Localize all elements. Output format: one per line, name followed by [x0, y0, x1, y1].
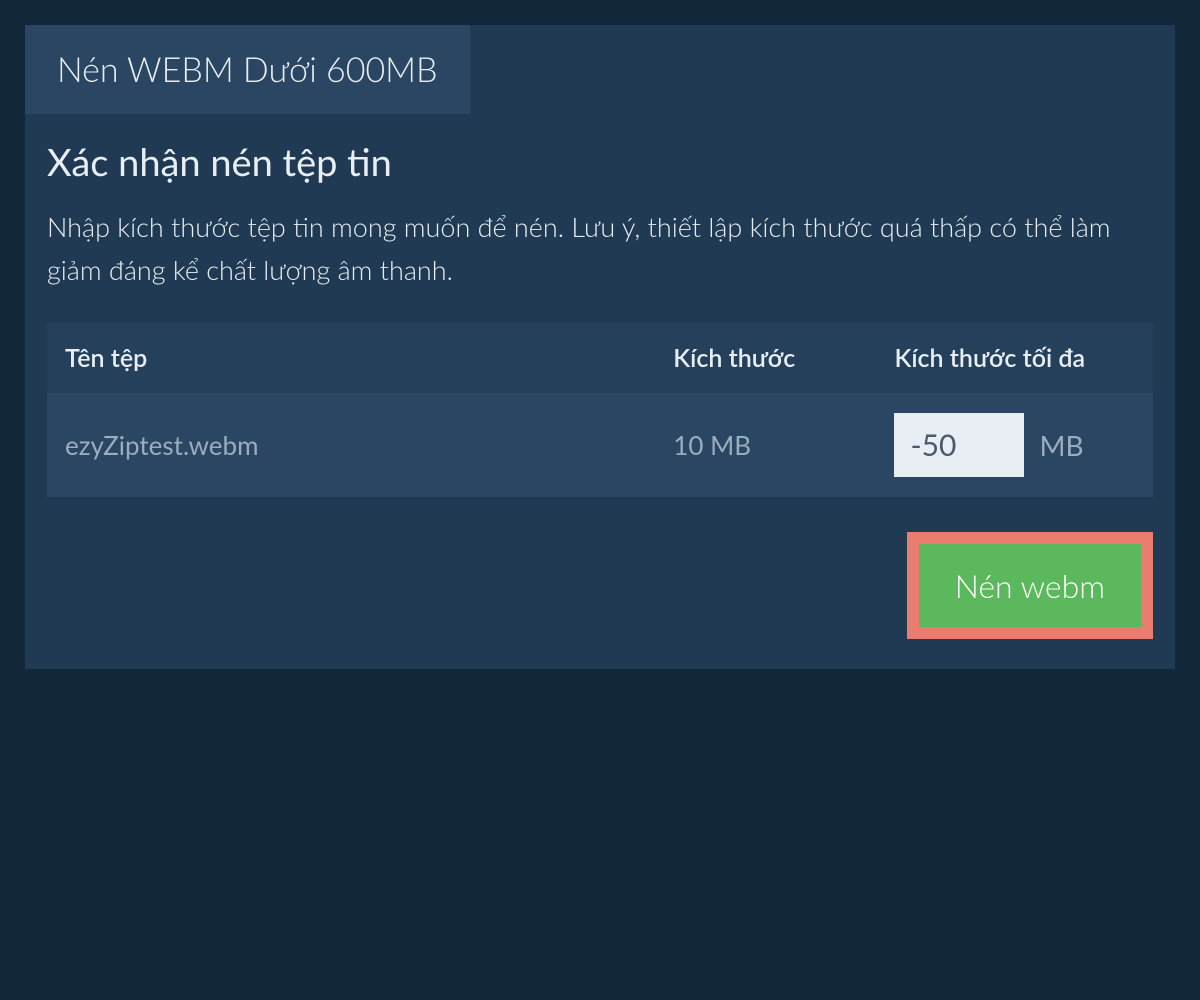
page-description: Nhập kích thước tệp tin mong muốn để nén… [47, 205, 1153, 291]
cell-maxsize: MB [876, 393, 1153, 497]
size-unit-label: MB [1039, 428, 1083, 462]
header-filename: Tên tệp [47, 323, 655, 393]
header-size: Kích thước [655, 323, 876, 393]
maxsize-input[interactable] [894, 413, 1024, 477]
compress-button-highlight: Nén webm [907, 532, 1153, 639]
page-title: Xác nhận nén tệp tin [47, 139, 1153, 185]
cell-size: 10 MB [655, 393, 876, 497]
compress-button[interactable]: Nén webm [919, 544, 1141, 627]
header-maxsize: Kích thước tối đa [876, 323, 1153, 393]
table-row: ezyZiptest.webm 10 MB MB [47, 393, 1153, 497]
cell-filename: ezyZiptest.webm [47, 393, 655, 497]
main-panel: Nén WEBM Dưới 600MB Xác nhận nén tệp tin… [25, 25, 1175, 669]
content-area: Xác nhận nén tệp tin Nhập kích thước tệp… [25, 114, 1175, 669]
button-row: Nén webm [47, 532, 1153, 639]
file-table: Tên tệp Kích thước Kích thước tối đa ezy… [47, 323, 1153, 497]
tab-header: Nén WEBM Dưới 600MB [25, 25, 1175, 114]
tab-label: Nén WEBM Dưới 600MB [57, 49, 438, 90]
size-input-wrapper: MB [894, 413, 1135, 477]
table-header-row: Tên tệp Kích thước Kích thước tối đa [47, 323, 1153, 393]
tab-compress-webm[interactable]: Nén WEBM Dưới 600MB [25, 25, 470, 114]
